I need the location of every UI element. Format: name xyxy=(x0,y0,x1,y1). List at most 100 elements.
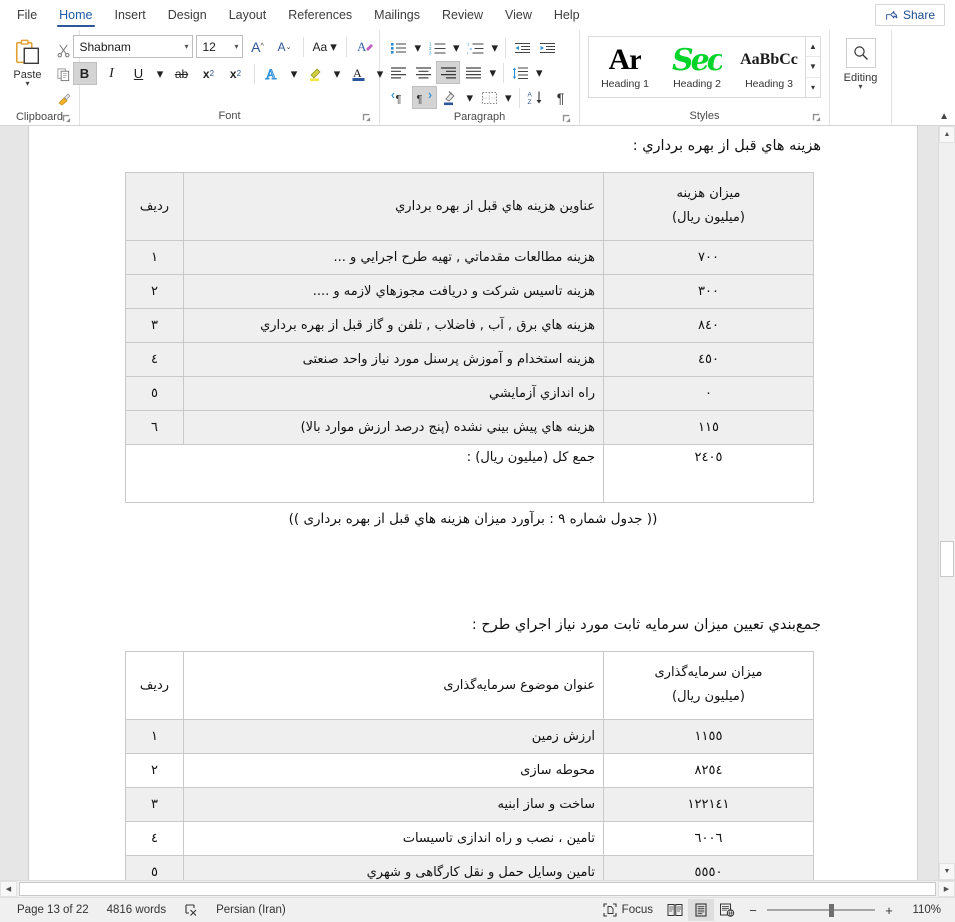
paste-chevron-down-icon[interactable]: ▾ xyxy=(25,80,29,88)
borders-button[interactable] xyxy=(477,86,501,109)
tab-review[interactable]: Review xyxy=(431,4,494,29)
align-right-button[interactable] xyxy=(436,61,461,84)
status-language[interactable]: Persian (Iran) xyxy=(207,898,295,922)
superscript-button[interactable]: x2 xyxy=(224,62,248,85)
numbering-button[interactable]: 123 xyxy=(425,36,449,59)
horizontal-scrollbar[interactable]: ◀ ▶ xyxy=(0,880,955,897)
align-center-button[interactable] xyxy=(411,61,435,84)
font-name-input[interactable]: Shabnam ▾ xyxy=(72,35,193,58)
font-size-chevron-down-icon[interactable]: ▾ xyxy=(234,42,238,51)
format-painter-button[interactable] xyxy=(53,88,75,109)
strikethrough-button[interactable]: ab xyxy=(170,62,194,85)
underline-chevron-down-icon[interactable]: ▾ xyxy=(154,62,167,85)
subscript-button[interactable]: x2 xyxy=(197,62,221,85)
cut-button[interactable] xyxy=(53,40,75,61)
italic-button[interactable]: I xyxy=(100,62,124,85)
font-color-button[interactable]: A xyxy=(347,62,371,85)
scroll-right-icon[interactable]: ▶ xyxy=(938,881,955,897)
change-case-chevron-down-icon[interactable]: ▾ xyxy=(330,39,337,55)
scroll-up-icon[interactable]: ▲ xyxy=(939,126,955,143)
zoom-slider-knob[interactable] xyxy=(829,904,834,917)
scroll-down-icon[interactable]: ▼ xyxy=(939,863,955,880)
highlight-chevron-down-icon[interactable]: ▾ xyxy=(331,62,344,85)
tab-file[interactable]: File xyxy=(6,4,48,29)
justify-button[interactable] xyxy=(461,61,485,84)
copy-button[interactable] xyxy=(53,64,75,85)
right-to-left-button[interactable]: ¶ xyxy=(412,86,438,109)
zoom-out-button[interactable]: − xyxy=(746,903,760,918)
text-effects-button[interactable]: A xyxy=(261,62,285,85)
line-spacing-chevron-down-icon[interactable]: ▾ xyxy=(533,61,546,84)
clear-formatting-button[interactable]: A xyxy=(353,35,377,58)
justify-chevron-down-icon[interactable]: ▾ xyxy=(486,61,499,84)
zoom-level-label[interactable]: 110% xyxy=(903,904,941,916)
font-name-chevron-down-icon[interactable]: ▾ xyxy=(184,42,188,51)
borders-chevron-down-icon[interactable]: ▾ xyxy=(502,86,515,109)
zoom-in-button[interactable]: + xyxy=(882,903,896,918)
shrink-font-button[interactable]: A ⌄ xyxy=(273,35,297,58)
tab-home[interactable]: Home xyxy=(48,4,103,29)
tab-references[interactable]: References xyxy=(277,4,363,29)
grow-font-button[interactable]: A ^ xyxy=(246,35,270,58)
tab-layout[interactable]: Layout xyxy=(218,4,278,29)
focus-mode-button[interactable]: Focus xyxy=(594,898,662,922)
vertical-scroll-thumb[interactable] xyxy=(940,541,954,577)
styles-more-icon[interactable]: ▾ xyxy=(806,78,820,97)
view-print-layout-button[interactable] xyxy=(688,899,714,921)
align-left-button[interactable] xyxy=(386,61,410,84)
highlight-button[interactable] xyxy=(304,62,328,85)
multilevel-list-button[interactable]: 1ai xyxy=(464,36,488,59)
table-fixed-capital-investment[interactable]: ميزان سرمايه‌گذاری (ميليون ريال) عنوان م… xyxy=(125,650,814,880)
document-scroll-region[interactable]: هزينه هاي قبل از بهره برداري : ميزان هزي… xyxy=(0,126,938,880)
bold-button[interactable]: B xyxy=(72,62,97,85)
view-web-layout-button[interactable] xyxy=(714,899,740,921)
tab-help[interactable]: Help xyxy=(543,4,591,29)
style-heading-1[interactable]: Ar Heading 1 xyxy=(589,37,661,97)
clipboard-dialog-launcher[interactable] xyxy=(61,113,72,124)
show-formatting-marks-button[interactable]: ¶ xyxy=(549,86,573,109)
status-proofing[interactable] xyxy=(175,898,207,922)
styles-gallery[interactable]: Ar Heading 1 Sec Heading 2 AaBbCc Headin… xyxy=(588,36,821,98)
multilevel-chevron-down-icon[interactable]: ▾ xyxy=(489,36,502,59)
tab-view[interactable]: View xyxy=(494,4,543,29)
styles-scroll-up-icon[interactable]: ▲ xyxy=(806,37,820,58)
horizontal-scroll-track[interactable] xyxy=(17,881,938,897)
tab-design[interactable]: Design xyxy=(157,4,218,29)
bullets-chevron-down-icon[interactable]: ▾ xyxy=(411,36,424,59)
text-effects-chevron-down-icon[interactable]: ▾ xyxy=(288,62,301,85)
status-word-count[interactable]: 4816 words xyxy=(98,898,175,922)
status-page-number[interactable]: Page 13 of 22 xyxy=(8,898,98,922)
scroll-left-icon[interactable]: ◀ xyxy=(0,881,17,897)
editing-button[interactable]: Editing ▾ xyxy=(833,35,889,91)
zoom-slider[interactable] xyxy=(767,903,875,917)
horizontal-scroll-thumb[interactable] xyxy=(19,882,936,896)
document-page[interactable]: هزينه هاي قبل از بهره برداري : ميزان هزي… xyxy=(28,126,918,880)
editing-chevron-down-icon[interactable]: ▾ xyxy=(858,83,862,91)
style-heading-2[interactable]: Sec Heading 2 xyxy=(661,37,733,97)
font-dialog-launcher[interactable] xyxy=(361,112,372,123)
paragraph-dialog-launcher[interactable] xyxy=(561,113,572,124)
vertical-scrollbar[interactable]: ▲ ▼ xyxy=(938,126,955,880)
view-read-mode-button[interactable] xyxy=(662,899,688,921)
bullets-button[interactable] xyxy=(386,36,410,59)
tab-mailings[interactable]: Mailings xyxy=(363,4,431,29)
increase-indent-button[interactable] xyxy=(535,36,559,59)
font-size-input[interactable]: 12 ▾ xyxy=(195,35,243,58)
share-button[interactable]: Share xyxy=(874,4,945,26)
underline-button[interactable]: U xyxy=(127,62,151,85)
styles-dialog-launcher[interactable] xyxy=(811,112,822,123)
tab-insert[interactable]: Insert xyxy=(104,4,157,29)
shading-button[interactable] xyxy=(438,86,462,109)
numbering-chevron-down-icon[interactable]: ▾ xyxy=(450,36,463,59)
left-to-right-button[interactable]: ¶ xyxy=(386,86,411,109)
line-spacing-button[interactable] xyxy=(508,61,532,84)
vertical-scroll-track[interactable] xyxy=(939,143,955,863)
style-heading-3[interactable]: AaBbCc Heading 3 xyxy=(733,37,805,97)
sort-button[interactable]: AZ xyxy=(524,86,548,109)
styles-scroll-down-icon[interactable]: ▼ xyxy=(806,57,820,78)
decrease-indent-button[interactable] xyxy=(510,36,534,59)
table-pre-operation-costs[interactable]: ميزان هزينه (ميليون ريال) عناوين هزينه ه… xyxy=(125,171,814,503)
collapse-ribbon-button[interactable]: ▲ xyxy=(939,111,949,122)
shading-chevron-down-icon[interactable]: ▾ xyxy=(463,86,476,109)
paste-button[interactable]: Paste ▾ xyxy=(5,37,51,88)
